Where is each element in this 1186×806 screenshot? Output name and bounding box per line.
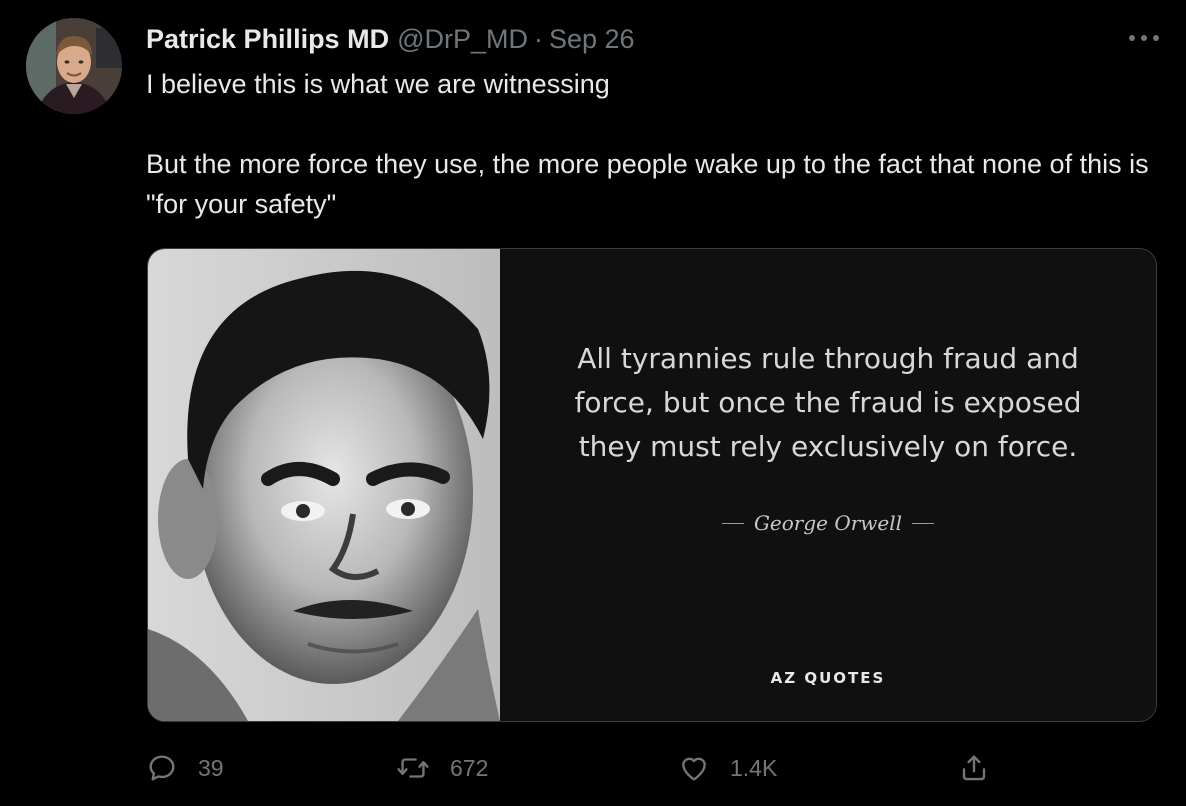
tweet[interactable]: Patrick Phillips MD @DrP_MD · Sep 26 I b… <box>0 0 1186 806</box>
quote-line-3: they must rely exclusively on force. <box>578 430 1078 463</box>
divider <box>721 522 744 524</box>
share-icon <box>962 755 986 781</box>
tweet-text: I believe this is what we are witnessing… <box>146 64 1166 224</box>
like-button[interactable]: 1.4K <box>678 746 777 790</box>
quote-author: George Orwell <box>753 511 903 535</box>
retweet-icon <box>397 758 429 778</box>
quote-line-2: force, but once the fraud is exposed <box>574 386 1082 419</box>
retweet-count: 672 <box>450 754 489 781</box>
more-options-button[interactable] <box>1124 26 1164 50</box>
quote-attribution: George Orwell <box>500 511 1156 535</box>
tweet-header: Patrick Phillips MD @DrP_MD · Sep 26 <box>146 22 635 56</box>
separator-dot: · <box>534 23 543 54</box>
quote-panel: All tyrannies rule through fraud and for… <box>500 249 1156 721</box>
like-count: 1.4K <box>730 754 778 781</box>
retweet-button[interactable]: 672 <box>396 746 488 790</box>
tweet-actions: 39 672 1.4K <box>146 746 1026 790</box>
orwell-portrait-image <box>148 249 500 721</box>
tweet-media-image[interactable]: All tyrannies rule through fraud and for… <box>147 248 1157 722</box>
divider <box>912 522 935 524</box>
tweet-text-line-1: I believe this is what we are witnessing <box>146 69 610 99</box>
heart-icon <box>682 757 706 781</box>
display-name[interactable]: Patrick Phillips MD <box>146 24 389 55</box>
azquotes-logo: AZ QUOTES <box>770 669 886 687</box>
avatar[interactable] <box>26 18 122 114</box>
tweet-date[interactable]: Sep 26 <box>549 24 635 55</box>
reply-icon <box>149 755 175 781</box>
user-handle[interactable]: @DrP_MD <box>397 24 528 55</box>
quote-line-1: All tyrannies rule through fraud and <box>577 342 1079 375</box>
tweet-text-line-2: But the more force they use, the more pe… <box>146 149 1149 219</box>
reply-button[interactable]: 39 <box>146 746 224 790</box>
avatar-image <box>26 18 122 114</box>
quote-text: All tyrannies rule through fraud and for… <box>500 337 1156 469</box>
share-button[interactable] <box>958 746 990 790</box>
more-dots-icon <box>1129 35 1159 41</box>
reply-count: 39 <box>198 754 224 781</box>
